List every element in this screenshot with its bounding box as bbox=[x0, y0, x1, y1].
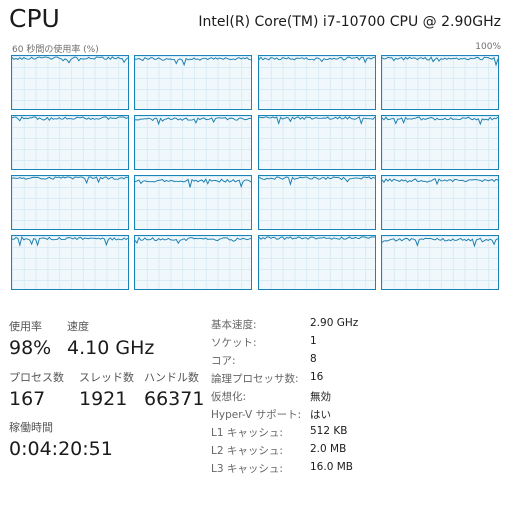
info-value: 1 bbox=[310, 335, 317, 347]
info-key: ソケット: bbox=[211, 337, 257, 349]
cpu-usage-line bbox=[381, 178, 498, 186]
cpu-core-graph[interactable] bbox=[134, 115, 253, 170]
usage-value: 98% bbox=[9, 337, 52, 359]
threads-value: 1921 bbox=[79, 388, 128, 410]
cpu-model-name: Intel(R) Core(TM) i7-10700 CPU @ 2.90GHz bbox=[198, 14, 501, 30]
cpu-usage-line bbox=[258, 56, 375, 64]
uptime-value: 0:04:20:51 bbox=[9, 438, 113, 460]
cpu-core-graph[interactable] bbox=[380, 235, 499, 290]
cpu-usage-line bbox=[381, 237, 498, 248]
speed-label: 速度 bbox=[67, 320, 89, 333]
cpu-core-graph[interactable] bbox=[257, 175, 376, 230]
cpu-usage-line bbox=[135, 57, 252, 67]
cpu-core-graph[interactable] bbox=[380, 55, 499, 110]
processes-value: 167 bbox=[9, 388, 46, 410]
cpu-core-graph[interactable] bbox=[11, 235, 129, 290]
graph-caption-usage: 60 秒間の使用率 (%) bbox=[12, 45, 99, 55]
threads-label: スレッド数 bbox=[79, 371, 134, 384]
cpu-usage-line bbox=[135, 117, 252, 126]
cpu-core-graph[interactable] bbox=[380, 175, 499, 230]
info-value: 16.0 MB bbox=[310, 461, 353, 473]
info-value: 無効 bbox=[310, 391, 331, 403]
handles-value: 66371 bbox=[144, 388, 205, 410]
cpu-core-graph[interactable] bbox=[134, 235, 253, 290]
cpu-usage-line bbox=[12, 176, 128, 185]
logical-processor-graphs[interactable] bbox=[11, 55, 499, 293]
info-value: 512 KB bbox=[310, 425, 348, 437]
cpu-title: CPU bbox=[9, 4, 60, 33]
cpu-usage-line bbox=[12, 116, 128, 122]
cpu-core-graph[interactable] bbox=[11, 175, 129, 230]
cpu-core-graph[interactable] bbox=[380, 115, 499, 170]
processes-label: プロセス数 bbox=[9, 371, 64, 384]
cpu-core-graph[interactable] bbox=[11, 115, 129, 170]
cpu-usage-line bbox=[12, 236, 128, 248]
speed-value: 4.10 GHz bbox=[67, 337, 155, 359]
info-key: L1 キャッシュ: bbox=[211, 427, 283, 439]
uptime-label: 稼働時間 bbox=[9, 421, 53, 434]
info-key: コア: bbox=[211, 355, 236, 367]
cpu-core-graph[interactable] bbox=[257, 235, 376, 290]
info-key: Hyper-V サポート: bbox=[211, 409, 302, 421]
cpu-usage-line bbox=[135, 178, 252, 188]
info-key: 論理プロセッサ数: bbox=[211, 373, 299, 385]
usage-label: 使用率 bbox=[9, 320, 42, 333]
cpu-usage-line bbox=[135, 236, 252, 245]
cpu-core-graph[interactable] bbox=[134, 175, 253, 230]
cpu-usage-line bbox=[381, 116, 498, 126]
graph-caption-max: 100% bbox=[475, 42, 501, 52]
cpu-usage-line bbox=[258, 176, 375, 187]
info-key: L2 キャッシュ: bbox=[211, 445, 283, 457]
cpu-core-graph[interactable] bbox=[257, 115, 376, 170]
cpu-usage-line bbox=[381, 56, 498, 67]
cpu-core-graph[interactable] bbox=[134, 55, 253, 110]
info-key: 基本速度: bbox=[211, 319, 257, 331]
info-key: 仮想化: bbox=[211, 391, 247, 403]
handles-label: ハンドル数 bbox=[144, 371, 199, 384]
cpu-core-graph[interactable] bbox=[257, 55, 376, 110]
info-value: はい bbox=[310, 409, 331, 421]
info-key: L3 キャッシュ: bbox=[211, 463, 283, 475]
info-value: 16 bbox=[310, 371, 324, 383]
cpu-usage-line bbox=[258, 236, 375, 241]
info-value: 2.90 GHz bbox=[310, 317, 359, 329]
info-value: 8 bbox=[310, 353, 317, 365]
cpu-core-graph[interactable] bbox=[11, 55, 129, 110]
cpu-usage-line bbox=[258, 116, 375, 126]
cpu-usage-line bbox=[12, 56, 128, 64]
info-value: 2.0 MB bbox=[310, 443, 347, 455]
